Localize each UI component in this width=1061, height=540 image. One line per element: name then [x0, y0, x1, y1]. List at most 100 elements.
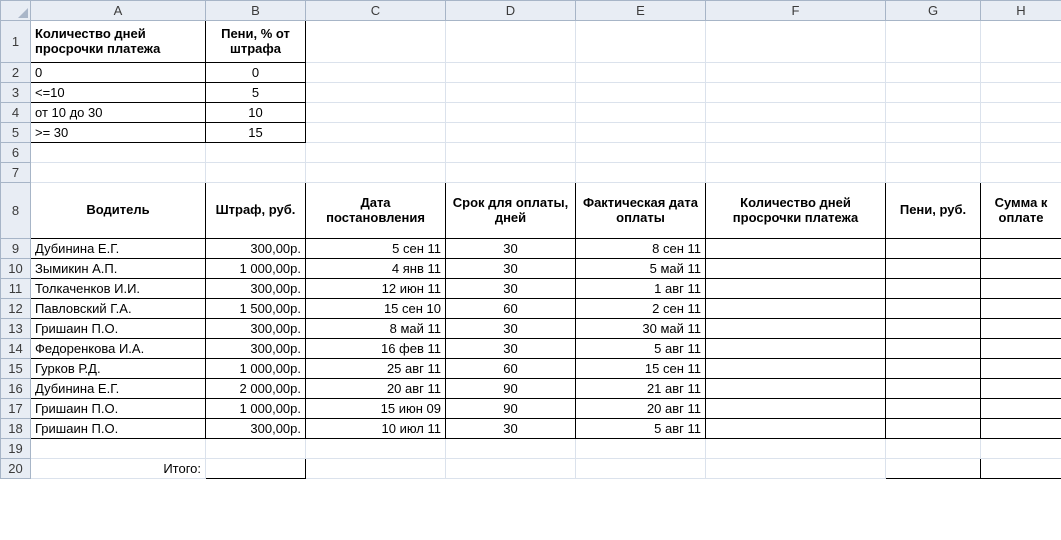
- row-head-18[interactable]: 18: [1, 419, 31, 439]
- col-head-b[interactable]: B: [206, 1, 306, 21]
- hdr-driver[interactable]: Водитель: [31, 183, 206, 239]
- cell-total[interactable]: [981, 359, 1061, 379]
- cell-total[interactable]: [981, 399, 1061, 419]
- rules-days[interactable]: 0: [31, 63, 206, 83]
- cell-total[interactable]: [981, 319, 1061, 339]
- cell-penalty[interactable]: [886, 419, 981, 439]
- cell[interactable]: [576, 163, 706, 183]
- cell-driver[interactable]: Гришаин П.О.: [31, 419, 206, 439]
- cell-fact-date[interactable]: 30 май 11: [576, 319, 706, 339]
- cell-total[interactable]: [981, 239, 1061, 259]
- row-head-9[interactable]: 9: [1, 239, 31, 259]
- cell-fact-date[interactable]: 1 авг 11: [576, 279, 706, 299]
- cell[interactable]: [886, 143, 981, 163]
- cell[interactable]: [886, 123, 981, 143]
- row-head-11[interactable]: 11: [1, 279, 31, 299]
- col-head-c[interactable]: C: [306, 1, 446, 21]
- cell-driver[interactable]: Федоренкова И.А.: [31, 339, 206, 359]
- cell-total[interactable]: [981, 279, 1061, 299]
- cell-total[interactable]: [981, 299, 1061, 319]
- row-head-2[interactable]: 2: [1, 63, 31, 83]
- cell-fine[interactable]: 1 500,00р.: [206, 299, 306, 319]
- cell-date-res[interactable]: 25 авг 11: [306, 359, 446, 379]
- cell[interactable]: [886, 83, 981, 103]
- hdr-date-res[interactable]: Дата постановления: [306, 183, 446, 239]
- cell-pay-days[interactable]: 30: [446, 339, 576, 359]
- cell-fine[interactable]: 300,00р.: [206, 419, 306, 439]
- cell-penalty[interactable]: [886, 299, 981, 319]
- row-head-8[interactable]: 8: [1, 183, 31, 239]
- cell[interactable]: [981, 163, 1061, 183]
- cell-fine[interactable]: 2 000,00р.: [206, 379, 306, 399]
- cell-total[interactable]: [981, 259, 1061, 279]
- cell[interactable]: [446, 439, 576, 459]
- row-head-3[interactable]: 3: [1, 83, 31, 103]
- cell[interactable]: [706, 163, 886, 183]
- cell-fact-date[interactable]: 5 авг 11: [576, 339, 706, 359]
- cell[interactable]: [446, 83, 576, 103]
- rules-days[interactable]: >= 30: [31, 123, 206, 143]
- cell-penalty[interactable]: [886, 259, 981, 279]
- cell[interactable]: [706, 103, 886, 123]
- cell-fact-date[interactable]: 8 сен 11: [576, 239, 706, 259]
- cell-penalty[interactable]: [886, 319, 981, 339]
- cell[interactable]: [576, 123, 706, 143]
- cell-driver[interactable]: Дубинина Е.Г.: [31, 239, 206, 259]
- cell[interactable]: [981, 143, 1061, 163]
- cell-fine[interactable]: 300,00р.: [206, 239, 306, 259]
- rules-pct[interactable]: 5: [206, 83, 306, 103]
- row-head-5[interactable]: 5: [1, 123, 31, 143]
- cell-pay-days[interactable]: 90: [446, 379, 576, 399]
- row-head-19[interactable]: 19: [1, 439, 31, 459]
- cell-fine[interactable]: 300,00р.: [206, 279, 306, 299]
- cell-overdue[interactable]: [706, 359, 886, 379]
- col-head-h[interactable]: H: [981, 1, 1061, 21]
- cell[interactable]: [31, 163, 206, 183]
- cell-date-res[interactable]: 8 май 11: [306, 319, 446, 339]
- cell-fact-date[interactable]: 20 авг 11: [576, 399, 706, 419]
- cell[interactable]: [706, 439, 886, 459]
- cell-overdue[interactable]: [706, 419, 886, 439]
- cell[interactable]: [981, 63, 1061, 83]
- cell[interactable]: [706, 63, 886, 83]
- cell[interactable]: [706, 143, 886, 163]
- cell[interactable]: [306, 123, 446, 143]
- cell-penalty[interactable]: [886, 239, 981, 259]
- hdr-fact-date[interactable]: Фактическая дата оплаты: [576, 183, 706, 239]
- cell[interactable]: [576, 83, 706, 103]
- cell-driver[interactable]: Павловский Г.А.: [31, 299, 206, 319]
- cell[interactable]: [306, 143, 446, 163]
- cell[interactable]: [31, 439, 206, 459]
- cell[interactable]: [306, 163, 446, 183]
- cell[interactable]: [981, 439, 1061, 459]
- col-head-f[interactable]: F: [706, 1, 886, 21]
- cell-driver[interactable]: Гурков Р.Д.: [31, 359, 206, 379]
- cell-driver[interactable]: Дубинина Е.Г.: [31, 379, 206, 399]
- cell[interactable]: [576, 103, 706, 123]
- total-penalty[interactable]: [886, 459, 981, 479]
- cell-pay-days[interactable]: 60: [446, 299, 576, 319]
- row-head-17[interactable]: 17: [1, 399, 31, 419]
- cell-driver[interactable]: Гришаин П.О.: [31, 319, 206, 339]
- cell-pay-days[interactable]: 30: [446, 259, 576, 279]
- cell-date-res[interactable]: 10 июл 11: [306, 419, 446, 439]
- cell[interactable]: [446, 143, 576, 163]
- cell-overdue[interactable]: [706, 279, 886, 299]
- cell[interactable]: [306, 83, 446, 103]
- cell-fine[interactable]: 300,00р.: [206, 339, 306, 359]
- cell-date-res[interactable]: 20 авг 11: [306, 379, 446, 399]
- cell-pay-days[interactable]: 30: [446, 279, 576, 299]
- cell[interactable]: [446, 163, 576, 183]
- cell[interactable]: [981, 83, 1061, 103]
- row-head-13[interactable]: 13: [1, 319, 31, 339]
- cell-fine[interactable]: 300,00р.: [206, 319, 306, 339]
- hdr-total[interactable]: Сумма к оплате: [981, 183, 1061, 239]
- cell[interactable]: [206, 439, 306, 459]
- cell-total[interactable]: [981, 339, 1061, 359]
- cell-fact-date[interactable]: 15 сен 11: [576, 359, 706, 379]
- cell-overdue[interactable]: [706, 339, 886, 359]
- cell[interactable]: [306, 459, 446, 479]
- cell-pay-days[interactable]: 60: [446, 359, 576, 379]
- spreadsheet-grid[interactable]: A B C D E F G H 1 Количество дней просро…: [0, 0, 1061, 479]
- cell[interactable]: [446, 21, 576, 63]
